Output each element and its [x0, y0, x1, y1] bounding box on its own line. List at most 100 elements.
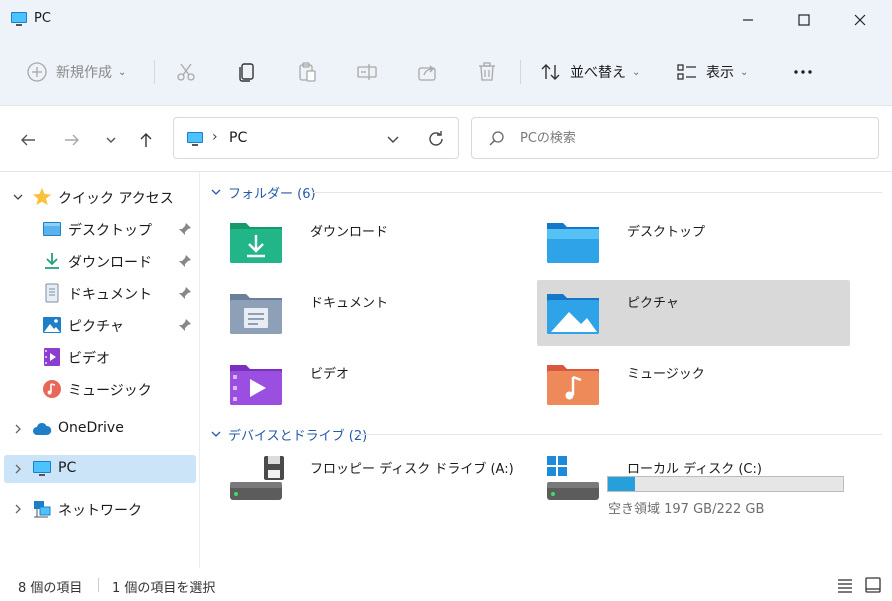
folder-label: デスクトップ — [627, 225, 706, 240]
delete-button[interactable] — [476, 54, 498, 90]
command-bar: 新規作成 ⌄ 並べ替え ⌄ 表示 ⌄ — [0, 40, 892, 106]
chevron-right-icon[interactable] — [12, 463, 24, 475]
close-button[interactable] — [832, 0, 888, 40]
sidebar-item-videos[interactable]: ビデオ — [4, 343, 196, 371]
chevron-down-icon[interactable] — [12, 191, 24, 203]
chevron-down-icon — [106, 137, 116, 143]
picture-icon — [43, 317, 61, 333]
folder-label: ミュージック — [627, 367, 705, 382]
sidebar-item-label: ダウンロード — [68, 255, 152, 271]
chevron-down-icon: ⌄ — [632, 66, 641, 78]
chevron-right-icon[interactable] — [12, 503, 24, 515]
more-options-button[interactable] — [792, 54, 814, 90]
back-button[interactable] — [14, 126, 42, 154]
sidebar-item-downloads[interactable]: ダウンロード — [4, 247, 196, 275]
pc-icon — [11, 12, 27, 26]
pin-icon[interactable] — [178, 254, 192, 268]
sidebar-item-desktop[interactable]: デスクトップ — [4, 215, 196, 243]
group-header-label: フォルダー (6) — [228, 186, 316, 202]
folder-tile-pictures[interactable]: ピクチャ — [537, 280, 850, 346]
up-button[interactable] — [132, 126, 160, 154]
pc-icon — [187, 132, 203, 146]
minimize-icon — [743, 19, 753, 21]
pictures-folder-icon — [547, 294, 599, 334]
sort-button[interactable]: 並べ替え ⌄ — [540, 54, 640, 90]
sort-label: 並べ替え — [570, 65, 626, 81]
pc-icon — [33, 461, 51, 476]
folders-group-header[interactable]: フォルダー (6) — [210, 182, 316, 202]
pin-icon[interactable] — [178, 286, 192, 300]
local-disk-icon — [547, 456, 599, 500]
desktop-folder-icon — [547, 223, 599, 263]
pin-icon[interactable] — [178, 318, 192, 332]
drive-tile-floppy[interactable]: フロッピー ディスク ドライブ (A:) — [220, 446, 533, 512]
selected-count: 1 個の項目を選択 — [112, 581, 216, 596]
chevron-down-icon — [211, 189, 221, 195]
sidebar-item-label: ネットワーク — [58, 503, 142, 519]
sidebar-item-label: ピクチャ — [68, 319, 124, 335]
sidebar-item-label: PC — [58, 460, 77, 476]
share-icon — [418, 65, 436, 81]
folder-tile-videos[interactable]: ビデオ — [220, 351, 533, 417]
address-bar[interactable]: › PC — [173, 117, 459, 159]
share-button[interactable] — [416, 54, 438, 90]
window-title: PC — [34, 11, 51, 26]
minimize-button[interactable] — [720, 0, 776, 40]
breadcrumb-separator-icon: › — [212, 129, 218, 145]
search-input[interactable] — [520, 128, 860, 148]
download-icon — [45, 253, 59, 269]
sidebar-item-label: クイック アクセス — [58, 191, 174, 207]
maximize-button[interactable] — [776, 0, 832, 40]
sidebar-item-pictures[interactable]: ピクチャ — [4, 311, 196, 339]
chevron-down-icon[interactable] — [384, 130, 402, 148]
sort-icon — [541, 64, 560, 80]
sidebar-item-music[interactable]: ミュージック — [4, 375, 196, 403]
navigation-pane: クイック アクセス デスクトップ ダウンロード ドキュメント ピクチャ ビデオ … — [0, 172, 200, 568]
status-bar: 8 個の項目 1 個の項目を選択 — [0, 568, 892, 601]
file-list-view: フォルダー (6) ダウンロード デスクトップ ドキュメント ピクチャ ビデオ … — [200, 172, 892, 568]
toolbar-divider — [154, 60, 155, 84]
folder-tile-desktop[interactable]: デスクトップ — [537, 209, 850, 275]
view-list-icon — [677, 64, 696, 80]
sidebar-item-pc[interactable]: PC — [4, 455, 196, 483]
group-header-label: デバイスとドライブ (2) — [228, 428, 368, 444]
devices-group-header[interactable]: デバイスとドライブ (2) — [210, 424, 367, 444]
videos-folder-icon — [230, 365, 282, 405]
recent-locations-button[interactable] — [97, 126, 125, 154]
paste-button[interactable] — [296, 54, 318, 90]
arrow-left-icon — [21, 134, 35, 146]
sidebar-item-label: ビデオ — [68, 351, 110, 367]
sidebar-item-quick-access[interactable]: クイック アクセス — [4, 183, 196, 211]
folder-tile-documents[interactable]: ドキュメント — [220, 280, 533, 346]
details-view-icon[interactable] — [836, 576, 854, 594]
view-button[interactable]: 表示 ⌄ — [676, 54, 748, 90]
add-icon — [27, 62, 47, 82]
drive-usage-fill — [608, 477, 635, 491]
folder-label: ビデオ — [310, 367, 350, 382]
sidebar-item-label: デスクトップ — [68, 223, 152, 239]
sidebar-item-documents[interactable]: ドキュメント — [4, 279, 196, 307]
forward-button[interactable] — [58, 126, 86, 154]
large-icons-view-icon[interactable] — [864, 576, 882, 594]
sidebar-item-onedrive[interactable]: OneDrive — [4, 415, 196, 443]
arrow-up-icon — [140, 133, 152, 147]
rename-button[interactable] — [356, 54, 378, 90]
copy-icon — [239, 63, 254, 82]
cut-button[interactable] — [175, 54, 197, 90]
chevron-right-icon[interactable] — [12, 423, 24, 435]
folder-tile-music[interactable]: ミュージック — [537, 351, 850, 417]
close-icon — [854, 14, 866, 26]
drive-usage-bar — [607, 476, 844, 492]
pin-icon[interactable] — [178, 222, 192, 236]
refresh-icon[interactable] — [426, 129, 446, 149]
folder-tile-downloads[interactable]: ダウンロード — [220, 209, 533, 275]
new-button[interactable]: 新規作成 ⌄ — [26, 54, 126, 90]
cloud-icon — [33, 422, 52, 435]
copy-button[interactable] — [236, 54, 258, 90]
toolbar-divider — [520, 60, 521, 84]
breadcrumb-location[interactable]: PC — [229, 130, 247, 146]
new-label: 新規作成 — [56, 65, 112, 81]
sidebar-item-network[interactable]: ネットワーク — [4, 495, 196, 523]
view-label: 表示 — [706, 65, 734, 81]
folder-label: ドキュメント — [310, 296, 389, 311]
